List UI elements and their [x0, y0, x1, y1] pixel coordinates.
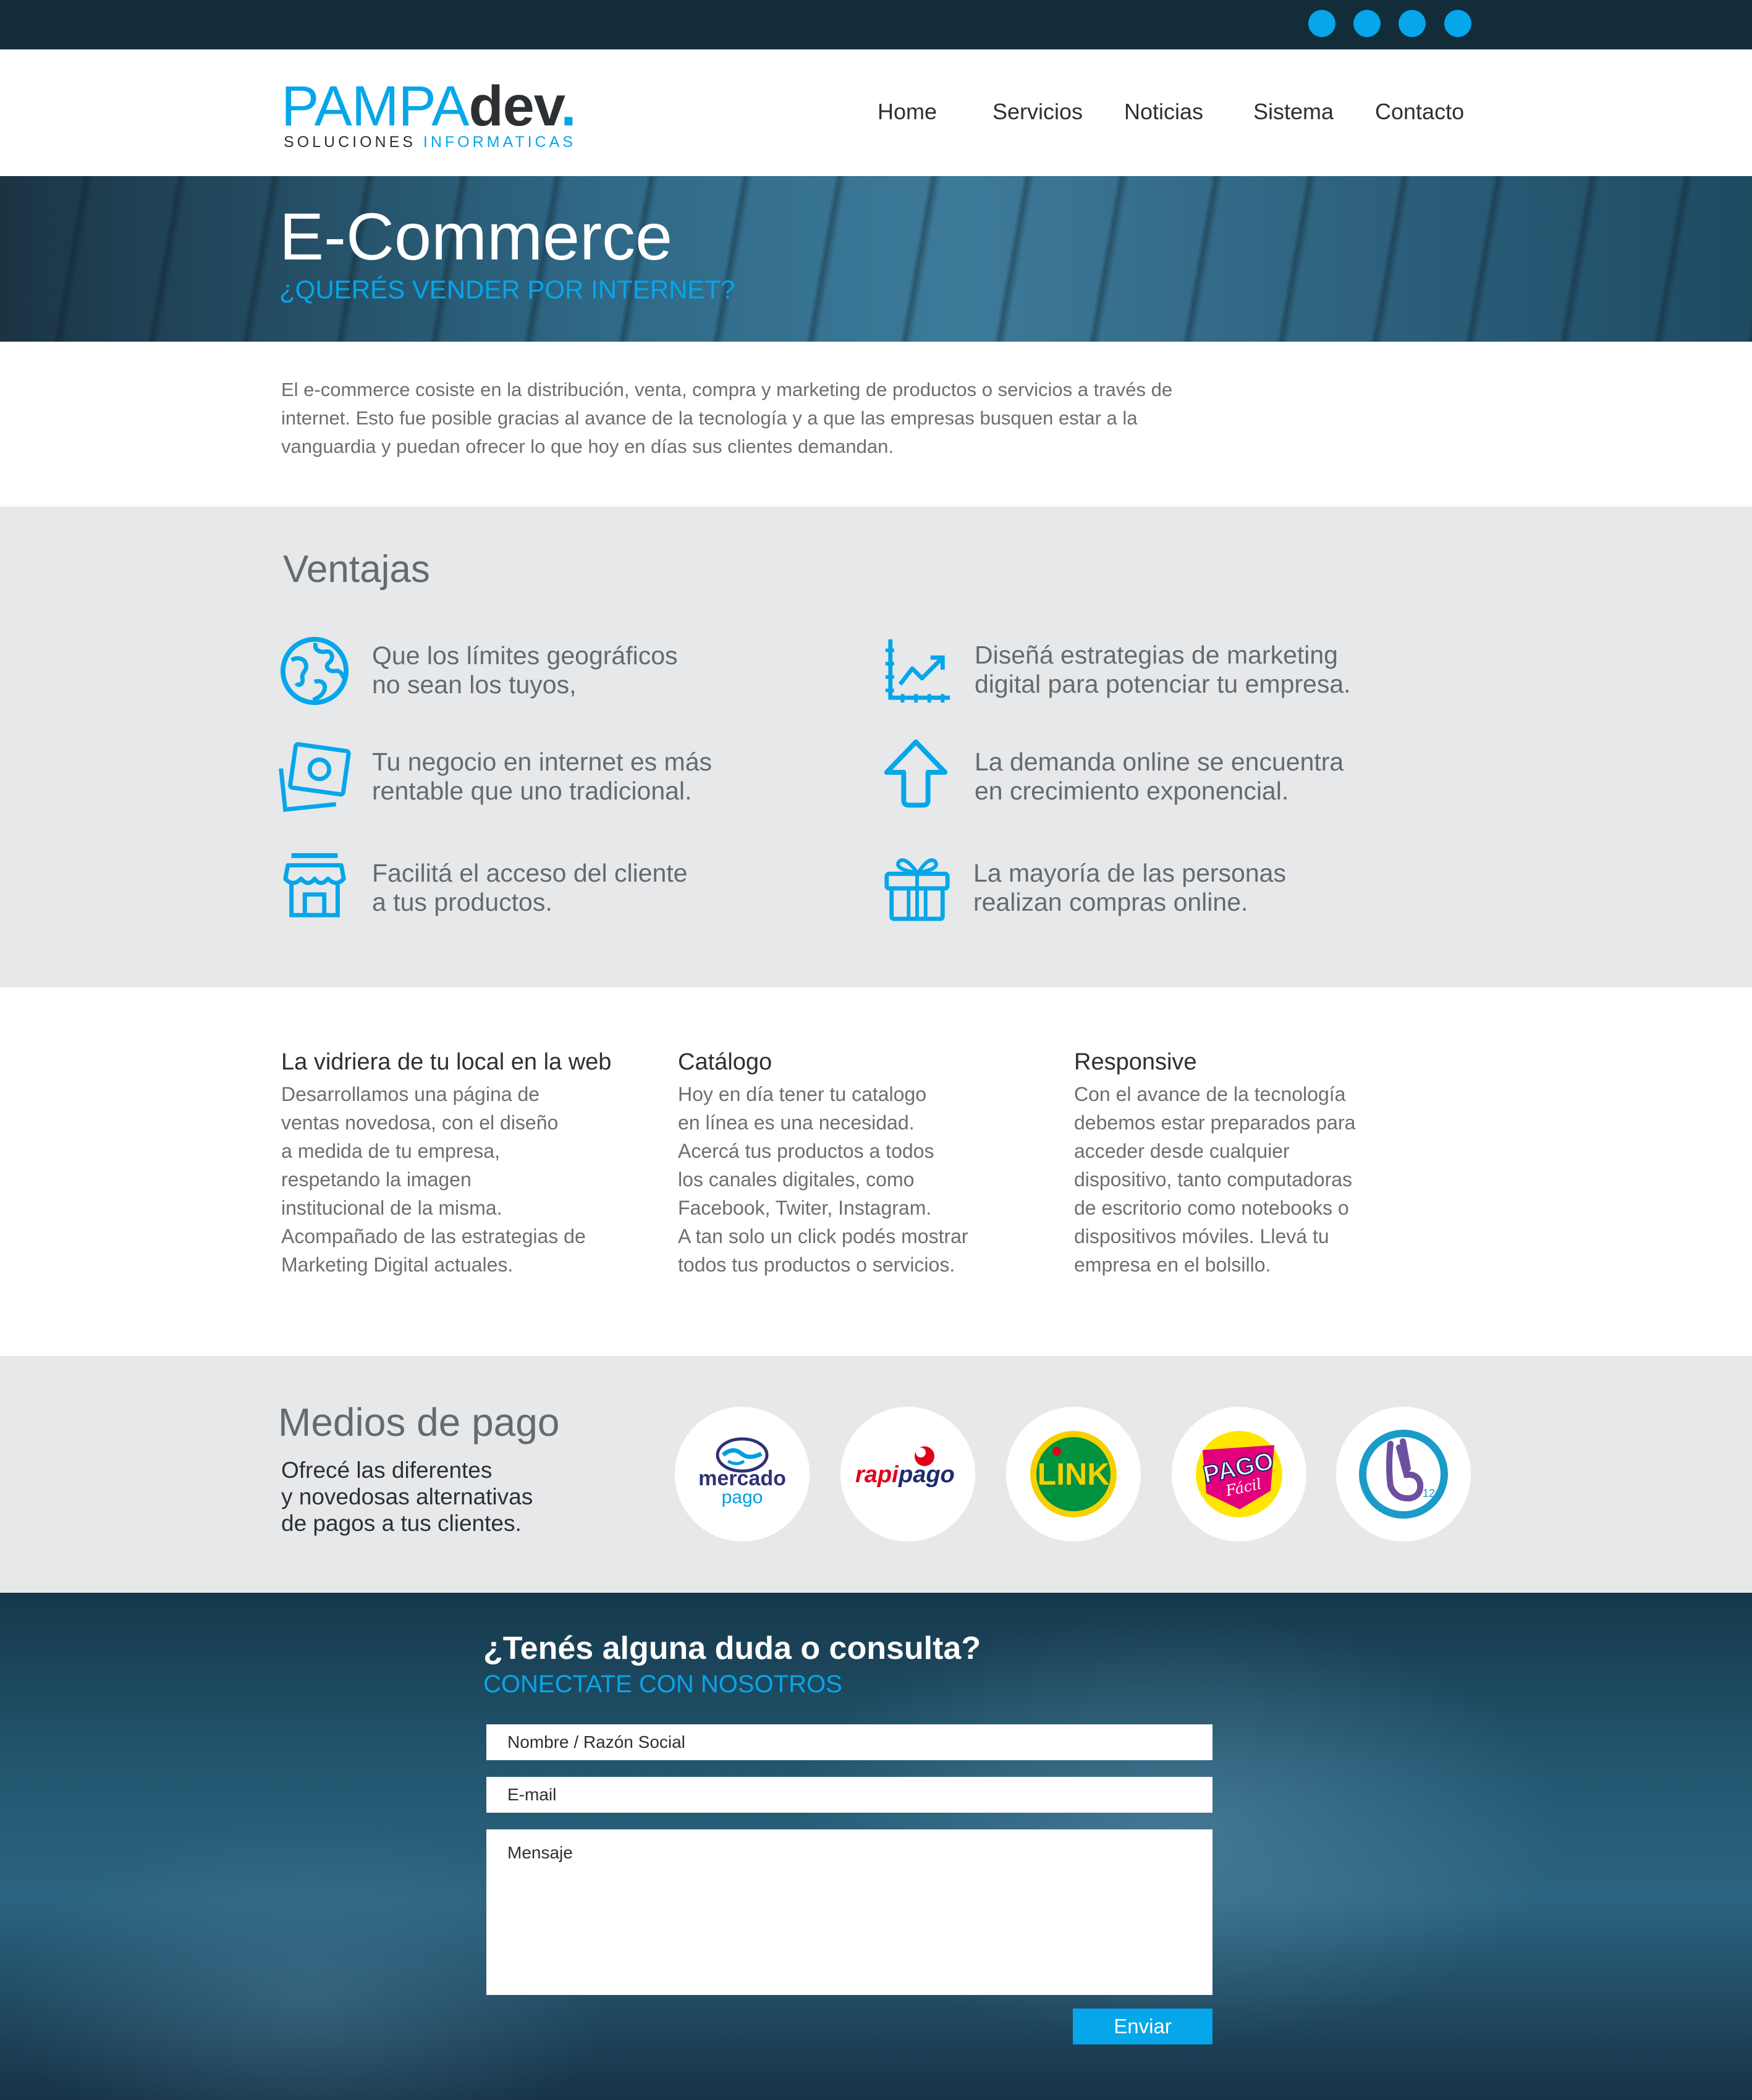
feature-catalogo-body: Hoy en día tener tu catalogo en línea es…	[678, 1083, 968, 1276]
ventaja-2-line1: Diseñá estrategias de marketing	[975, 641, 1338, 669]
ventajas-title: Ventajas	[283, 548, 430, 591]
provincia-text: 12	[1423, 1487, 1435, 1499]
logo-pampa: PAMPA	[281, 75, 469, 138]
ventaja-1-line1: Que los límites geográficos	[372, 641, 678, 670]
nav-sistema[interactable]: Sistema	[1253, 99, 1334, 125]
ventaja-3: Tu negocio en internet es más rentable q…	[372, 748, 712, 806]
feature-responsive-title: Responsive	[1074, 1049, 1197, 1075]
social-icon-4[interactable]	[1444, 10, 1471, 37]
contact-title: ¿Tenés alguna duda o consulta?	[483, 1630, 981, 1666]
logo-tagline-1: SOLUCIONES	[284, 133, 416, 151]
social-icon-3[interactable]	[1399, 10, 1426, 37]
ventaja-1: Que los límites geográficos no sean los …	[372, 641, 678, 699]
feature-responsive-body: Con el avance de la tecnología debemos e…	[1074, 1083, 1356, 1276]
ventaja-5: Facilitá el acceso del cliente a tus pro…	[372, 859, 687, 917]
contact-section: ¿Tenés alguna duda o consulta? CONECTATE…	[0, 1593, 1752, 2100]
logo-tagline-2: INFORMATICAS	[423, 133, 576, 151]
message-field[interactable]	[486, 1829, 1212, 1995]
store-icon	[283, 853, 346, 917]
link-text: LINK	[1038, 1457, 1110, 1491]
nav-noticias[interactable]: Noticias	[1124, 99, 1203, 125]
feature-vidriera-title: La vidriera de tu local en la web	[281, 1049, 612, 1075]
nav-servicios[interactable]: Servicios	[992, 99, 1083, 125]
gift-icon	[884, 858, 950, 921]
chart-icon	[885, 639, 950, 703]
email-field[interactable]	[486, 1777, 1212, 1813]
ventajas-section: Ventajas Que los límites geográficos no …	[0, 507, 1752, 987]
medios-text: Ofrecé las diferentes y novedosas altern…	[281, 1457, 533, 1536]
mercadopago-logo: mercado pago	[675, 1407, 810, 1541]
logo-wordmark: PAMPAdev.	[281, 75, 577, 138]
page-title: E-Commerce	[279, 199, 673, 274]
feature-catalogo-title: Catálogo	[678, 1049, 772, 1075]
ventaja-4: La demanda online se encuentra en crecim…	[975, 748, 1344, 806]
hero-banner: E-Commerce ¿QUERÉS VENDER POR INTERNET?	[0, 176, 1752, 342]
top-bar	[0, 0, 1752, 49]
rapipago-logo: rapi pago	[840, 1407, 975, 1541]
social-icon-2[interactable]	[1353, 10, 1381, 37]
ventaja-6-line2: realizan compras online.	[973, 888, 1248, 916]
nav-contacto[interactable]: Contacto	[1375, 99, 1464, 125]
globe-icon	[280, 636, 349, 706]
ventaja-2-line2: digital para potenciar tu empresa.	[975, 670, 1351, 698]
nav-home[interactable]: Home	[878, 99, 937, 125]
medios-de-pago-section: Medios de pago Ofrecé las diferentes y n…	[0, 1356, 1752, 1593]
pagofacil-logo: PAGO Fácil	[1172, 1407, 1306, 1541]
arrow-up-icon	[884, 739, 948, 808]
link-logo: LINK	[1006, 1407, 1141, 1541]
logo-dev: dev	[468, 75, 561, 138]
mercadopago-line2: pago	[722, 1487, 763, 1508]
feature-vidriera-body: Desarrollamos una página de ventas noved…	[281, 1083, 586, 1276]
ventaja-3-line1: Tu negocio en internet es más	[372, 748, 713, 776]
ventaja-4-line1: La demanda online se encuentra	[975, 748, 1344, 776]
ventaja-6-line1: La mayoría de las personas	[973, 859, 1286, 887]
ventaja-4-line2: en crecimiento exponencial.	[975, 777, 1289, 805]
ventaja-5-line2: a tus productos.	[372, 888, 552, 916]
rapipago-part2: pago	[898, 1462, 955, 1488]
rapipago-part1: rapi	[855, 1462, 899, 1488]
money-icon	[279, 742, 351, 812]
page-subtitle: ¿QUERÉS VENDER POR INTERNET?	[279, 275, 735, 304]
ventaja-2: Diseñá estrategias de marketing digital …	[975, 641, 1351, 699]
site-header: PAMPAdev. SOLUCIONES INFORMATICAS Home S…	[0, 49, 1752, 176]
provincia-logo: 12	[1336, 1407, 1471, 1541]
name-field[interactable]	[486, 1724, 1212, 1760]
logo[interactable]: PAMPAdev. SOLUCIONES INFORMATICAS	[281, 75, 577, 156]
ventaja-6: La mayoría de las personas realizan comp…	[973, 859, 1286, 917]
intro-text: El e-commerce cosiste en la distribución…	[281, 379, 1173, 457]
ventaja-1-line2: no sean los tuyos,	[372, 670, 577, 699]
logo-dot: .	[561, 75, 577, 138]
contact-subtitle: CONECTATE CON NOSOTROS	[483, 1671, 842, 1698]
social-icon-1[interactable]	[1308, 10, 1335, 37]
ventaja-3-line2: rentable que uno tradicional.	[372, 777, 692, 805]
ventaja-5-line1: Facilitá el acceso del cliente	[372, 859, 688, 887]
send-button[interactable]: Enviar	[1073, 2009, 1212, 2044]
medios-title: Medios de pago	[278, 1400, 560, 1444]
logo-tagline: SOLUCIONES INFORMATICAS	[284, 133, 576, 151]
